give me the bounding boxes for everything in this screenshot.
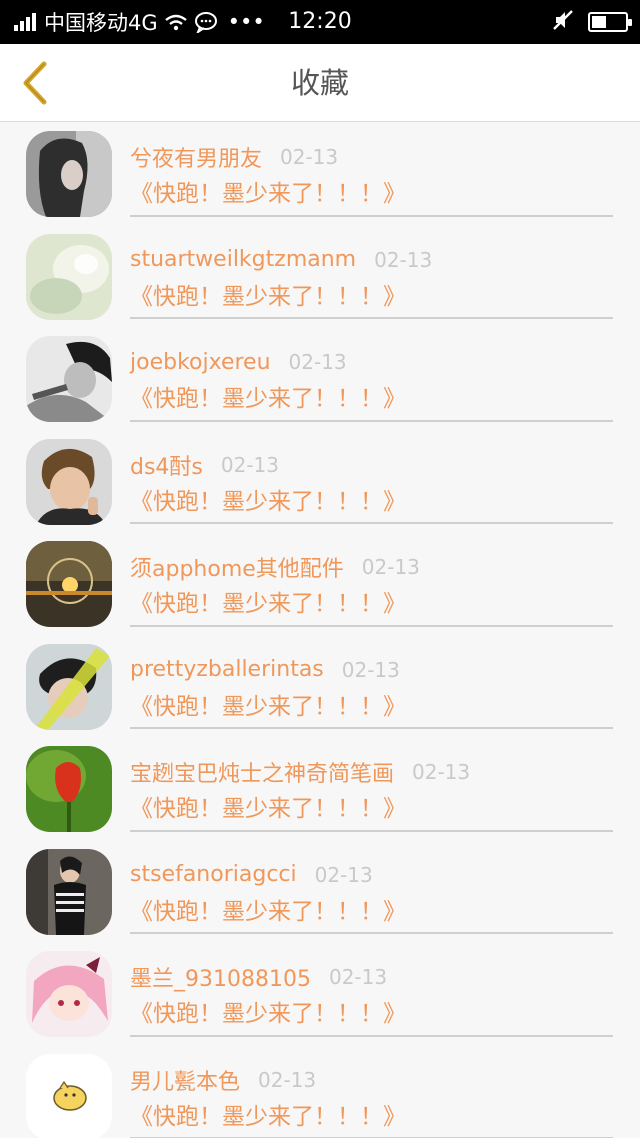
- favorites-list: 兮夜有男朋友 02-13 《快跑！墨少来了！！！》 stuartweilkgtz…: [0, 122, 640, 1138]
- item-title[interactable]: 《快跑！墨少来了！！！》: [130, 177, 406, 211]
- divider: [130, 419, 613, 422]
- divider: [130, 522, 613, 524]
- item-date: 02-13: [314, 862, 373, 887]
- divider: [130, 727, 613, 729]
- divider: [130, 932, 613, 934]
- nav-bar: 收藏: [0, 44, 640, 122]
- item-title[interactable]: 《快跑！墨少来了！！！》: [130, 1100, 406, 1134]
- list-item[interactable]: 男儿甏本色 02-13 《快跑！墨少来了！！！》: [0, 1045, 640, 1138]
- item-date: 02-13: [328, 965, 388, 989]
- item-title[interactable]: 《快跑！墨少来了！！！》: [130, 587, 406, 621]
- mute-icon: [552, 9, 574, 35]
- username[interactable]: 兮夜有男朋友: [130, 141, 262, 173]
- avatar[interactable]: [26, 848, 112, 935]
- divider: [130, 317, 613, 319]
- list-item[interactable]: joebkojxereu 02-13 《快跑！墨少来了！！！》: [0, 327, 640, 430]
- status-right: [552, 0, 632, 44]
- list-item[interactable]: 墨兰_931088105 02-13 《快跑！墨少来了！！！》: [0, 942, 640, 1045]
- username[interactable]: 墨兰_931088105: [130, 961, 311, 993]
- username[interactable]: 须apphome其他配件: [130, 551, 344, 583]
- item-date: 02-13: [288, 350, 347, 374]
- avatar[interactable]: [26, 1053, 112, 1138]
- item-date: 02-13: [374, 247, 433, 272]
- list-item[interactable]: ds4酎s 02-13 《快跑！墨少来了！！！》: [0, 430, 640, 533]
- username[interactable]: prettyzballerintas: [130, 657, 324, 682]
- avatar[interactable]: [26, 643, 112, 730]
- avatar[interactable]: [26, 233, 112, 320]
- list-item[interactable]: 须apphome其他配件 02-13 《快跑！墨少来了！！！》: [0, 532, 640, 635]
- item-date: 02-13: [341, 657, 400, 682]
- username[interactable]: joebkojxereu: [130, 350, 271, 375]
- avatar[interactable]: [26, 336, 112, 422]
- avatar[interactable]: [26, 951, 112, 1037]
- username[interactable]: ds4酎s: [130, 449, 203, 481]
- item-title[interactable]: 《快跑！墨少来了！！！》: [130, 280, 406, 314]
- list-item[interactable]: stsefanoriagcci 02-13 《快跑！墨少来了！！！》: [0, 840, 640, 943]
- item-title[interactable]: 《快跑！墨少来了！！！》: [130, 895, 406, 929]
- username[interactable]: stuartweilkgtzmanm: [130, 247, 356, 272]
- item-date: 02-13: [258, 1067, 317, 1092]
- username[interactable]: 男儿甏本色: [130, 1064, 240, 1096]
- item-title[interactable]: 《快跑！墨少来了！！！》: [130, 382, 406, 416]
- item-title[interactable]: 《快跑！墨少来了！！！》: [130, 997, 406, 1031]
- page-title: 收藏: [290, 66, 349, 100]
- item-date: 02-13: [412, 760, 471, 784]
- divider: [130, 624, 613, 627]
- avatar[interactable]: [26, 131, 112, 217]
- avatar[interactable]: [26, 746, 112, 832]
- status-bar: 中国移动4G ••• 12:20: [0, 0, 640, 44]
- item-date: 02-13: [361, 555, 420, 579]
- item-title[interactable]: 《快跑！墨少来了！！！》: [130, 792, 406, 826]
- list-item[interactable]: 宝趔宝巴炖士之神奇简笔画 02-13 《快跑！墨少来了！！！》: [0, 737, 640, 840]
- avatar[interactable]: [26, 438, 112, 525]
- item-date: 02-13: [280, 145, 339, 169]
- item-title[interactable]: 《快跑！墨少来了！！！》: [130, 485, 406, 519]
- battery-icon: [588, 12, 632, 32]
- divider: [130, 829, 613, 832]
- list-item[interactable]: prettyzballerintas 02-13 《快跑！墨少来了！！！》: [0, 635, 640, 738]
- username[interactable]: 宝趔宝巴炖士之神奇简笔画: [130, 756, 394, 788]
- username[interactable]: stsefanoriagcci: [130, 862, 297, 887]
- divider: [130, 214, 613, 217]
- item-title[interactable]: 《快跑！墨少来了！！！》: [130, 690, 406, 724]
- list-item[interactable]: 兮夜有男朋友 02-13 《快跑！墨少来了！！！》: [0, 122, 640, 225]
- item-date: 02-13: [220, 452, 280, 477]
- avatar[interactable]: [26, 541, 112, 627]
- list-item[interactable]: stuartweilkgtzmanm 02-13 《快跑！墨少来了！！！》: [0, 225, 640, 328]
- divider: [130, 1034, 613, 1037]
- status-time: 12:20: [288, 9, 352, 34]
